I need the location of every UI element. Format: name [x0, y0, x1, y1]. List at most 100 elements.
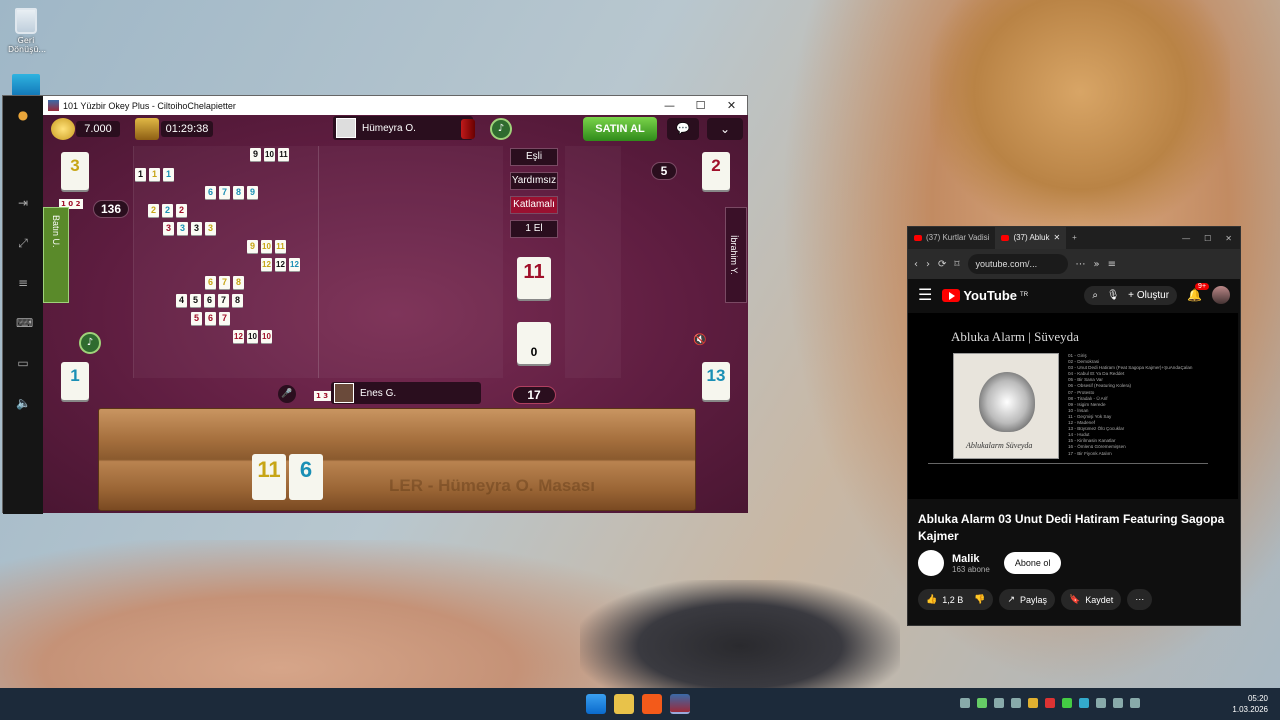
meld-tile[interactable]: 12: [233, 330, 244, 343]
meld-tile[interactable]: 6: [205, 276, 216, 289]
video-player[interactable]: Abluka Alarm | Süveyda Ablukalarm Süveyd…: [908, 313, 1238, 499]
meld-tile[interactable]: 11: [275, 240, 286, 253]
label-icon[interactable]: ▭: [16, 356, 30, 370]
exit-icon[interactable]: ⇥: [16, 196, 30, 210]
microphone-button[interactable]: 🎤: [278, 385, 296, 403]
notifications-button[interactable]: 🔔 9+: [1187, 283, 1210, 302]
meld-tile[interactable]: 3: [205, 222, 216, 235]
subscribe-button[interactable]: Abone ol: [1003, 552, 1062, 574]
tray-icon[interactable]: [994, 698, 1004, 708]
share-button[interactable]: ↗ Paylaş: [999, 589, 1056, 610]
meld-tile[interactable]: 9: [247, 186, 258, 199]
save-button[interactable]: 🔖 Kaydet: [1061, 589, 1122, 610]
like-button[interactable]: 👍 1,2 B 👎: [918, 589, 994, 610]
tray-icon[interactable]: [1028, 698, 1038, 708]
chat-button[interactable]: 💬: [667, 118, 699, 140]
close-button[interactable]: ✕: [1225, 234, 1232, 243]
buy-button[interactable]: SATIN AL: [583, 117, 657, 141]
meld-tile[interactable]: 1: [149, 168, 160, 181]
meld-tile[interactable]: 7: [219, 312, 230, 325]
fullscreen-icon[interactable]: ⤢: [16, 236, 30, 250]
avatar[interactable]: [918, 550, 944, 576]
minimize-button[interactable]: —: [1182, 234, 1190, 243]
meld-tile[interactable]: 12: [261, 258, 272, 271]
back-icon[interactable]: ‹: [914, 259, 918, 270]
meld-tile[interactable]: 8: [233, 186, 244, 199]
meld-tile[interactable]: 2: [162, 204, 173, 217]
maximize-button[interactable]: ☐: [1204, 234, 1211, 243]
meld-tile[interactable]: 2: [176, 204, 187, 217]
meld-tile[interactable]: 11: [278, 148, 289, 161]
top-player-badge[interactable]: Hümeyra O.: [333, 116, 473, 140]
meld-tile[interactable]: 4: [176, 294, 187, 307]
tab-abluka[interactable]: (37) Abluk ✕: [995, 227, 1067, 249]
tray-icon[interactable]: [1079, 698, 1089, 708]
meld-tile[interactable]: 10: [261, 330, 272, 343]
meld-tile[interactable]: 12: [289, 258, 300, 271]
meld-tile[interactable]: 1: [135, 168, 146, 181]
battery-icon[interactable]: [1130, 698, 1140, 708]
sound-toggle-button[interactable]: ♪: [490, 118, 512, 140]
rack-tile[interactable]: 11: [252, 454, 286, 500]
meld-tile[interactable]: 10: [264, 148, 275, 161]
network-icon[interactable]: [1096, 698, 1106, 708]
meld-tile[interactable]: 1: [163, 168, 174, 181]
tab-kurtlar-vadisi[interactable]: (37) Kurtlar Vadisi: [908, 227, 995, 249]
maximize-button[interactable]: ☐: [685, 99, 716, 112]
meld-tile[interactable]: 7: [219, 186, 230, 199]
minimize-button[interactable]: —: [654, 99, 685, 112]
meld-tile[interactable]: 3: [191, 222, 202, 235]
meld-tile[interactable]: 8: [233, 276, 244, 289]
meld-tile[interactable]: 9: [247, 240, 258, 253]
volume-icon[interactable]: [1113, 698, 1123, 708]
discard-tile[interactable]: 0: [517, 322, 551, 364]
meld-tile[interactable]: 5: [190, 294, 201, 307]
thumbs-down-icon[interactable]: 👎: [974, 594, 985, 605]
menu-icon[interactable]: ≡: [1108, 259, 1116, 270]
meld-tile[interactable]: 5: [191, 312, 202, 325]
left-sound-button[interactable]: ♪: [79, 332, 101, 354]
start-icon[interactable]: [586, 694, 606, 714]
create-button[interactable]: ⌕ 🎙 + Oluştur: [1084, 285, 1178, 305]
meld-tile[interactable]: 6: [204, 294, 215, 307]
bottom-player-badge[interactable]: Enes G.: [331, 382, 481, 404]
extensions-icon[interactable]: ⋯: [1076, 259, 1086, 270]
channel-name[interactable]: Malik: [952, 553, 990, 565]
close-button[interactable]: ✕: [716, 99, 747, 112]
hamburger-icon[interactable]: ☰: [918, 285, 932, 305]
tray-icon[interactable]: [977, 698, 987, 708]
meld-tile[interactable]: 6: [205, 186, 216, 199]
meld-tile[interactable]: 6: [205, 312, 216, 325]
volume-icon[interactable]: 🔈: [16, 396, 31, 410]
avatar[interactable]: [1212, 286, 1230, 304]
tray-icon[interactable]: [1062, 698, 1072, 708]
new-tab-button[interactable]: +: [1066, 227, 1083, 249]
file-explorer-icon[interactable]: [614, 694, 634, 714]
meld-tile[interactable]: 9: [250, 148, 261, 161]
more-icon[interactable]: »: [1094, 259, 1100, 270]
okey-game-icon[interactable]: [670, 694, 690, 714]
desktop-icon-recycle-bin[interactable]: Geri Dönüşü...: [8, 8, 46, 54]
brave-browser-icon[interactable]: [642, 694, 662, 714]
meld-tile[interactable]: 10: [261, 240, 272, 253]
meld-tile[interactable]: 10: [247, 330, 258, 343]
tray-icon[interactable]: [1045, 698, 1055, 708]
close-tab-icon[interactable]: ✕: [1053, 227, 1060, 249]
meld-tile[interactable]: 2: [148, 204, 159, 217]
settings-sliders-icon[interactable]: ≡: [16, 276, 30, 290]
meld-tile[interactable]: 7: [218, 294, 229, 307]
forward-icon[interactable]: ›: [926, 259, 930, 270]
address-bar[interactable]: youtube.com/...: [967, 254, 1068, 274]
menu-chevron-button[interactable]: ⌄: [707, 118, 743, 140]
tray-icon[interactable]: [960, 698, 970, 708]
meld-tile[interactable]: 8: [232, 294, 243, 307]
bookmark-icon[interactable]: ⌑: [954, 259, 959, 270]
youtube-logo[interactable]: YouTube TR: [942, 288, 1028, 303]
mic-icon[interactable]: 🎙: [1107, 290, 1120, 301]
meld-tile[interactable]: 7: [219, 276, 230, 289]
reload-icon[interactable]: ⟳: [938, 259, 946, 270]
clock[interactable]: 05:20 1.03.2026: [1232, 693, 1268, 715]
muted-speaker-icon[interactable]: 🔇: [693, 333, 707, 346]
tray-icon[interactable]: [1011, 698, 1021, 708]
meld-tile[interactable]: 3: [177, 222, 188, 235]
